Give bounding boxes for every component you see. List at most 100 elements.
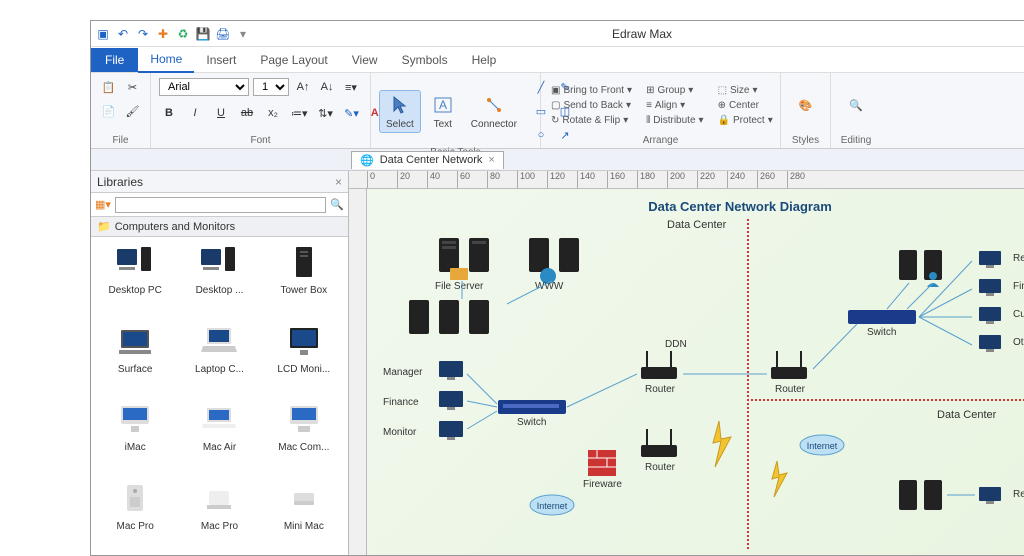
server-icon[interactable]	[557, 237, 581, 273]
copy-icon[interactable]: 📄	[99, 101, 119, 121]
subscript-icon[interactable]: x₂	[263, 103, 283, 123]
shape-mac-pro-1[interactable]: Mac Pro	[95, 477, 175, 552]
switch-label: Switch	[517, 417, 546, 428]
select-tool[interactable]: Select	[379, 90, 421, 133]
switch-icon[interactable]	[847, 309, 917, 325]
shape-lcd-monitor[interactable]: LCD Moni...	[264, 320, 344, 395]
server-icon[interactable]	[467, 299, 491, 335]
save-icon[interactable]: 💾	[195, 26, 211, 42]
server-icon[interactable]	[407, 299, 431, 335]
router-icon[interactable]	[637, 349, 681, 383]
server-icon[interactable]	[897, 479, 919, 511]
monitor-icon[interactable]	[437, 359, 465, 381]
divider-vertical	[747, 219, 749, 549]
font-size-select[interactable]: 10	[253, 78, 289, 96]
menu-home[interactable]: Home	[138, 47, 194, 73]
menu-view[interactable]: View	[340, 48, 390, 72]
close-sidebar-icon[interactable]: ×	[335, 175, 342, 189]
search-icon[interactable]: 🔍	[330, 198, 344, 211]
cloud-icon[interactable]: Internet	[527, 489, 577, 517]
server-icon[interactable]	[922, 479, 944, 511]
libraries-sidebar: Libraries × ▦▾ 🔍 📁 Computers and Monitor…	[91, 171, 349, 555]
shape-mini-mac[interactable]: Mini Mac	[264, 477, 344, 552]
font-family-select[interactable]: Arial	[159, 78, 249, 96]
shape-mac-air[interactable]: Mac Air	[179, 398, 259, 473]
router-label-3: Router	[645, 462, 675, 473]
diagram-canvas[interactable]: Data Center Network Diagram Data Center …	[367, 189, 1024, 555]
monitor-icon[interactable]	[977, 485, 1003, 505]
increase-font-icon[interactable]: A↑	[293, 77, 313, 97]
menu-insert[interactable]: Insert	[194, 48, 248, 72]
close-tab-icon[interactable]: ×	[488, 154, 494, 166]
monitor-icon[interactable]	[977, 249, 1003, 269]
search-input[interactable]	[115, 197, 326, 213]
recycle-icon[interactable]: ♻	[175, 26, 191, 42]
shape-desktop-pc[interactable]: Desktop PC	[95, 241, 175, 316]
shape-laptop[interactable]: Laptop C...	[179, 320, 259, 395]
shape-tower-box[interactable]: Tower Box	[264, 241, 344, 316]
undo-icon[interactable]: ↶	[115, 26, 131, 42]
switch-icon[interactable]	[497, 399, 567, 415]
center-cmd[interactable]: ⊕ Center	[716, 99, 775, 112]
underline-icon[interactable]: U	[211, 103, 231, 123]
rotate-cmd[interactable]: ↻ Rotate & Flip ▾	[549, 114, 634, 127]
monitor-icon[interactable]	[977, 277, 1003, 297]
monitor-icon[interactable]	[977, 305, 1003, 325]
send-to-back[interactable]: ▢ Send to Back ▾	[549, 99, 634, 112]
editing-button[interactable]: 🔍	[838, 91, 874, 119]
print-icon[interactable]: 🖨	[215, 26, 231, 42]
diagram-title: Data Center Network Diagram	[648, 199, 832, 214]
server-icon[interactable]	[437, 299, 461, 335]
others-label: Others	[1013, 337, 1024, 348]
monitor-icon[interactable]	[437, 389, 465, 411]
new-icon[interactable]: ✚	[155, 26, 171, 42]
italic-icon[interactable]: I	[185, 103, 205, 123]
styles-button[interactable]: 🎨	[788, 91, 824, 119]
file-menu[interactable]: File	[91, 48, 138, 72]
strike-icon[interactable]: ab	[237, 103, 257, 123]
distribute-cmd[interactable]: ⫴ Distribute ▾	[644, 114, 705, 127]
router-icon[interactable]	[767, 349, 811, 383]
align-cmd[interactable]: ≡ Align ▾	[644, 99, 705, 112]
bring-to-front[interactable]: ▣ Bring to Front ▾	[549, 84, 634, 97]
cloud-icon[interactable]: Internet	[797, 429, 847, 457]
redo-icon[interactable]: ↷	[135, 26, 151, 42]
server-icon[interactable]	[467, 237, 491, 273]
monitor-icon[interactable]	[437, 419, 465, 441]
highlight-icon[interactable]: ✎▾	[342, 103, 362, 123]
svg-text:Internet: Internet	[537, 501, 568, 511]
window-title: Edraw Max	[251, 27, 1024, 41]
menu-page-layout[interactable]: Page Layout	[248, 48, 339, 72]
menu-symbols[interactable]: Symbols	[390, 48, 460, 72]
group-cmd[interactable]: ⊞ Group ▾	[644, 84, 705, 97]
paste-icon[interactable]: 📋	[99, 77, 119, 97]
firewall-icon[interactable]	[587, 449, 617, 477]
document-tab[interactable]: 🌐 Data Center Network ×	[351, 151, 504, 169]
manager-label: Manager	[383, 367, 422, 378]
dropdown-icon[interactable]: ▾	[235, 26, 251, 42]
server-icon[interactable]	[897, 249, 919, 281]
library-icon[interactable]: ▦▾	[95, 198, 111, 211]
sidebar-category[interactable]: 📁 Computers and Monitors	[91, 217, 348, 237]
monitor-icon[interactable]	[977, 333, 1003, 353]
connector-tool[interactable]: Connector	[465, 91, 523, 132]
shape-desktop-2[interactable]: Desktop ...	[179, 241, 259, 316]
decrease-font-icon[interactable]: A↓	[317, 77, 337, 97]
shape-surface[interactable]: Surface	[95, 320, 175, 395]
bold-icon[interactable]: B	[159, 103, 179, 123]
lightning-icon	[707, 419, 737, 469]
align-text-icon[interactable]: ≡▾	[341, 77, 361, 97]
document-tabbar: 🌐 Data Center Network ×	[91, 149, 1024, 171]
size-cmd[interactable]: ⬚ Size ▾	[716, 84, 775, 97]
text-tool[interactable]: A Text	[425, 91, 461, 132]
line-spacing-icon[interactable]: ⇅▾	[316, 103, 336, 123]
protect-cmd[interactable]: 🔒 Protect ▾	[716, 114, 775, 127]
menu-help[interactable]: Help	[460, 48, 509, 72]
shape-mac-pro-2[interactable]: Mac Pro	[179, 477, 259, 552]
router-icon[interactable]	[637, 427, 681, 461]
shape-mac-computer[interactable]: Mac Com...	[264, 398, 344, 473]
shape-imac[interactable]: iMac	[95, 398, 175, 473]
bullets-icon[interactable]: ≔▾	[289, 103, 310, 123]
format-painter-icon[interactable]: 🖌	[123, 101, 143, 121]
cut-icon[interactable]: ✂	[123, 77, 143, 97]
